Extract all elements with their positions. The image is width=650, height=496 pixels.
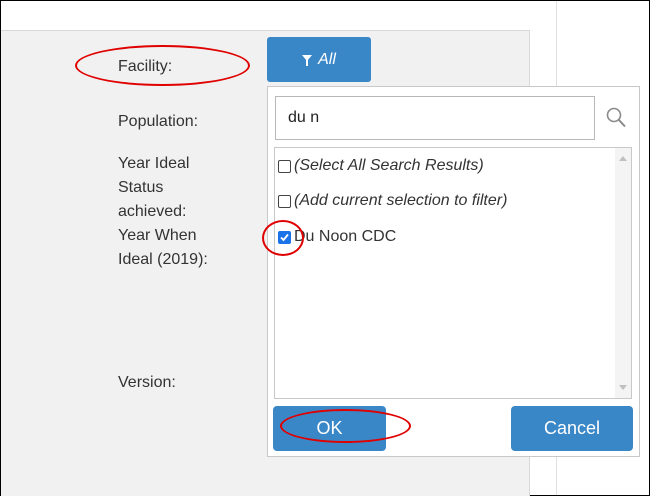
list-item-select-all[interactable]: (Select All Search Results) (278, 155, 484, 177)
checkbox[interactable] (278, 159, 291, 173)
list-item-add-selection[interactable]: (Add current selection to filter) (278, 190, 507, 212)
list-item-du-noon[interactable]: Du Noon CDC (278, 226, 396, 248)
magnifier-icon (606, 107, 626, 128)
list-item-label: Du Noon CDC (294, 228, 397, 245)
search-input[interactable] (275, 96, 595, 140)
panel-top-border (1, 30, 529, 31)
checkmark-icon (280, 233, 289, 241)
year-ideal-label-line-2: Status (118, 179, 164, 196)
scroll-up-icon[interactable] (619, 156, 627, 161)
list-item-label: (Add current selection to filter) (294, 192, 508, 209)
cancel-button[interactable]: Cancel (511, 406, 633, 451)
year-ideal-label-line-1: Year Ideal (118, 155, 190, 172)
version-label: Version: (118, 374, 176, 391)
checkbox[interactable] (278, 194, 291, 208)
facility-label: Facility: (118, 58, 173, 75)
scrollbar[interactable] (615, 148, 631, 398)
checkbox-checked[interactable] (278, 230, 291, 244)
year-ideal-label-line-4: Year When (118, 227, 197, 244)
list-item-label: (Select All Search Results) (294, 157, 484, 174)
population-label: Population: (118, 113, 199, 130)
search-button[interactable] (596, 96, 636, 140)
funnel-icon (302, 54, 313, 66)
facility-filter-button[interactable]: All (267, 37, 371, 82)
ok-button[interactable]: OK (273, 406, 386, 451)
scroll-down-icon[interactable] (619, 385, 627, 390)
filter-button-label: All (318, 50, 336, 68)
year-ideal-label-line-3: achieved: (118, 203, 187, 220)
year-ideal-label-line-5: Ideal (2019): (118, 251, 208, 268)
results-list[interactable]: (Select All Search Results) (Add current… (274, 147, 632, 399)
